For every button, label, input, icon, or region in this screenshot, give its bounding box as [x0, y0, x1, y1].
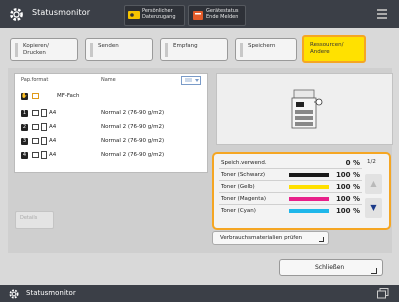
- paper-name: Normal 2 (76-90 g/m2): [101, 138, 165, 144]
- menu-icon[interactable]: [377, 9, 387, 21]
- tab-label: Empfang: [173, 43, 198, 49]
- footer-title: Statusmonitor: [26, 289, 76, 297]
- tab-copy-print[interactable]: Kopieren/ Drucken: [10, 38, 78, 61]
- device-status-button[interactable]: Gerätestatus Ende Melden: [188, 5, 246, 26]
- close-label: Schließen: [315, 264, 345, 271]
- list-item[interactable]: ✋ MF-Fach: [15, 91, 207, 102]
- personal-data-label: Persönlicher Datenzugang: [142, 8, 176, 20]
- paper-format: MF-Fach: [57, 93, 80, 99]
- drawer-number: 4: [21, 152, 28, 159]
- toner-cyan-row: Toner (Cyan) 100 %: [219, 207, 362, 216]
- paper-icon: [41, 137, 47, 145]
- scroll-up-button[interactable]: ▲: [365, 174, 382, 194]
- hand-icon: ✋: [21, 93, 28, 100]
- check-consumables-label: Verbrauchsmaterialien prüfen: [220, 235, 303, 241]
- drawer-number: 3: [21, 138, 28, 145]
- tab-label: Kopieren/ Drucken: [23, 43, 49, 56]
- corner-icon: [371, 268, 377, 274]
- paper-icon: [41, 109, 47, 117]
- printer-image-panel: [216, 73, 393, 145]
- device-status-icon: [193, 11, 203, 20]
- tray-icon: [32, 93, 39, 99]
- printer-icon: [291, 89, 323, 129]
- toner-level-bar: [289, 173, 329, 177]
- corner-icon: [319, 237, 324, 242]
- consumables-status-panel: Speich.verwend. 0 % Toner (Schwarz) 100 …: [212, 152, 391, 230]
- paper-format: A4: [49, 124, 57, 130]
- paper-format: A4: [49, 152, 57, 158]
- memory-usage-row: Speich.verwend. 0 %: [219, 159, 362, 169]
- gear-icon: [9, 289, 19, 299]
- tab-resources-other[interactable]: Ressourcen/ Andere: [302, 35, 366, 63]
- bottom-bar: Statusmonitor: [0, 285, 399, 302]
- toner-magenta-row: Toner (Magenta) 100 %: [219, 195, 362, 205]
- gear-icon: [10, 8, 23, 21]
- scroll-down-button[interactable]: ▼: [365, 198, 382, 218]
- paper-name: Normal 2 (76-90 g/m2): [101, 110, 165, 116]
- window-title: Statusmonitor: [32, 8, 91, 17]
- paper-format: A4: [49, 110, 57, 116]
- status-label: Toner (Cyan): [221, 208, 256, 214]
- status-value: 100 %: [335, 195, 360, 203]
- tray-icon: [32, 138, 39, 144]
- paper-name: Normal 2 (76-90 g/m2): [101, 152, 165, 158]
- tab-label: Senden: [98, 43, 119, 49]
- status-value: 100 %: [335, 171, 360, 179]
- paper-icon: [41, 123, 47, 131]
- tray-icon: [32, 152, 39, 158]
- list-item[interactable]: 2 A4 Normal 2 (76-90 g/m2): [15, 122, 207, 133]
- list-item[interactable]: 4 A4 Normal 2 (76-90 g/m2): [15, 150, 207, 161]
- status-value: 100 %: [335, 207, 360, 215]
- copy-icon[interactable]: [377, 288, 389, 299]
- paper-icon: [41, 151, 47, 159]
- tab-store[interactable]: Speichern: [235, 38, 297, 61]
- tab-label: Ressourcen/ Andere: [310, 42, 344, 55]
- list-item[interactable]: 1 A4 Normal 2 (76-90 g/m2): [15, 108, 207, 119]
- close-button[interactable]: Schließen: [279, 259, 383, 276]
- details-label: Details: [20, 215, 38, 221]
- list-item[interactable]: 3 A4 Normal 2 (76-90 g/m2): [15, 136, 207, 147]
- tab-receive[interactable]: Empfang: [160, 38, 228, 61]
- list-header: Pap.format Name: [15, 74, 207, 87]
- paper-source-list: Pap.format Name ✋ MF-Fach 1 A4 Normal 2 …: [14, 73, 208, 173]
- status-value: 100 %: [335, 183, 360, 191]
- check-consumables-button[interactable]: Verbrauchsmaterialien prüfen: [212, 231, 329, 245]
- personal-data-button[interactable]: Persönlicher Datenzugang: [124, 5, 185, 26]
- device-status-label: Gerätestatus Ende Melden: [206, 8, 239, 20]
- page-indicator: 1/2: [367, 159, 376, 165]
- toner-level-bar: [289, 197, 329, 201]
- tab-bar: Kopieren/ Drucken Senden Empfang Speiche…: [0, 34, 399, 64]
- tray-icon: [32, 110, 39, 116]
- column-name: Name: [101, 77, 116, 83]
- toner-yellow-row: Toner (Gelb) 100 %: [219, 183, 362, 193]
- tab-send[interactable]: Senden: [85, 38, 153, 61]
- paper-format: A4: [49, 138, 57, 144]
- toner-black-row: Toner (Schwarz) 100 %: [219, 171, 362, 181]
- tab-label: Speichern: [248, 43, 276, 49]
- toner-level-bar: [289, 185, 329, 189]
- details-button[interactable]: Details: [15, 211, 54, 229]
- contact-card-icon: [128, 11, 140, 19]
- drawer-number: 1: [21, 110, 28, 117]
- paper-name: Normal 2 (76-90 g/m2): [101, 124, 165, 130]
- column-format: Pap.format: [21, 77, 49, 83]
- status-label: Toner (Schwarz): [221, 172, 265, 178]
- drawer-number: 2: [21, 124, 28, 131]
- toner-level-bar: [289, 209, 329, 213]
- status-label: Toner (Gelb): [221, 184, 255, 190]
- tray-icon: [32, 124, 39, 130]
- status-label: Speich.verwend.: [221, 160, 267, 166]
- status-label: Toner (Magenta): [221, 196, 266, 202]
- status-value: 0 %: [345, 159, 360, 167]
- sort-icon[interactable]: [181, 76, 201, 85]
- title-bar: Statusmonitor Persönlicher Datenzugang G…: [0, 0, 399, 28]
